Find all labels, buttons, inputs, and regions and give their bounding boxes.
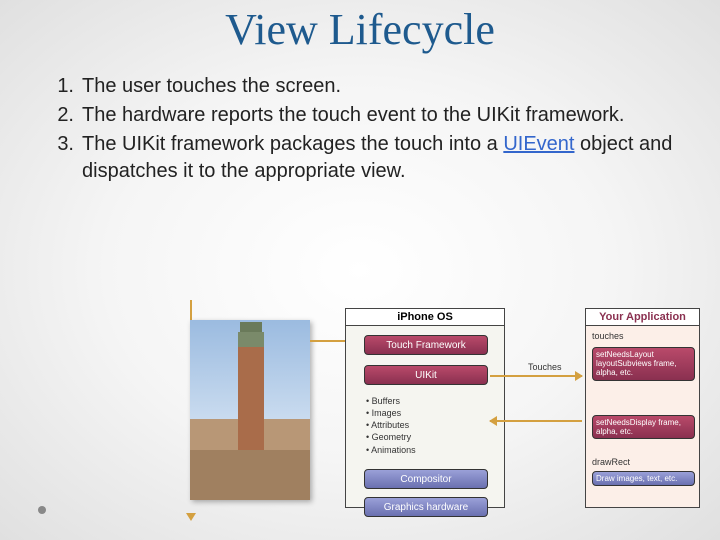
setneedslayout-box: setNeedsLayout layoutSubviews frame, alp… — [592, 347, 695, 381]
draw-box: Draw images, text, etc. — [592, 471, 695, 486]
compositor-box: Compositor — [364, 469, 488, 489]
iphone-os-column: iPhone OS Touch Framework UIKit • Buffer… — [345, 308, 505, 508]
bullet: • Images — [366, 407, 416, 419]
item-number: 2. — [38, 102, 82, 129]
list-item: 3. The UIKit framework packages the touc… — [38, 131, 682, 185]
list-item: 2. The hardware reports the touch event … — [38, 102, 682, 129]
bullet: • Buffers — [366, 395, 416, 407]
setneedsdisplay-box: setNeedsDisplay frame, alpha, etc. — [592, 415, 695, 439]
slide-bullet-icon — [38, 506, 46, 514]
architecture-diagram: iPhone OS Touch Framework UIKit • Buffer… — [190, 300, 710, 520]
touch-framework-box: Touch Framework — [364, 335, 488, 355]
list-item: 1. The user touches the screen. — [38, 73, 682, 100]
app-header: Your Application — [586, 309, 699, 326]
uikit-box: UIKit — [364, 365, 488, 385]
item-prefix: The UIKit framework packages the touch i… — [82, 133, 503, 155]
slide-title: View Lifecycle — [0, 0, 720, 55]
os-header: iPhone OS — [346, 309, 504, 326]
arrow-icon — [490, 375, 582, 377]
drawrect-label: drawRect — [592, 457, 630, 467]
bullet: • Animations — [366, 444, 416, 456]
your-application-column: Your Application touches setNeedsLayout … — [585, 308, 700, 508]
arrow-icon — [490, 420, 582, 422]
arrow-label: Touches — [528, 362, 562, 372]
item-text: The UIKit framework packages the touch i… — [82, 131, 682, 185]
bullet: • Attributes — [366, 419, 416, 431]
lifecycle-list: 1. The user touches the screen. 2. The h… — [0, 55, 720, 185]
item-text: The user touches the screen. — [82, 73, 682, 100]
building-icon — [190, 450, 310, 500]
item-number: 1. — [38, 73, 82, 100]
uievent-link[interactable]: UIEvent — [503, 133, 574, 155]
slide: View Lifecycle 1. The user touches the s… — [0, 0, 720, 540]
touches-label: touches — [592, 331, 624, 341]
arrow-down-icon — [190, 300, 192, 322]
os-bullets: • Buffers • Images • Attributes • Geomet… — [366, 395, 416, 456]
tower-photo — [190, 320, 310, 500]
item-number: 3. — [38, 131, 82, 185]
bullet: • Geometry — [366, 431, 416, 443]
item-text: The hardware reports the touch event to … — [82, 102, 682, 129]
graphics-hardware-box: Graphics hardware — [364, 497, 488, 517]
